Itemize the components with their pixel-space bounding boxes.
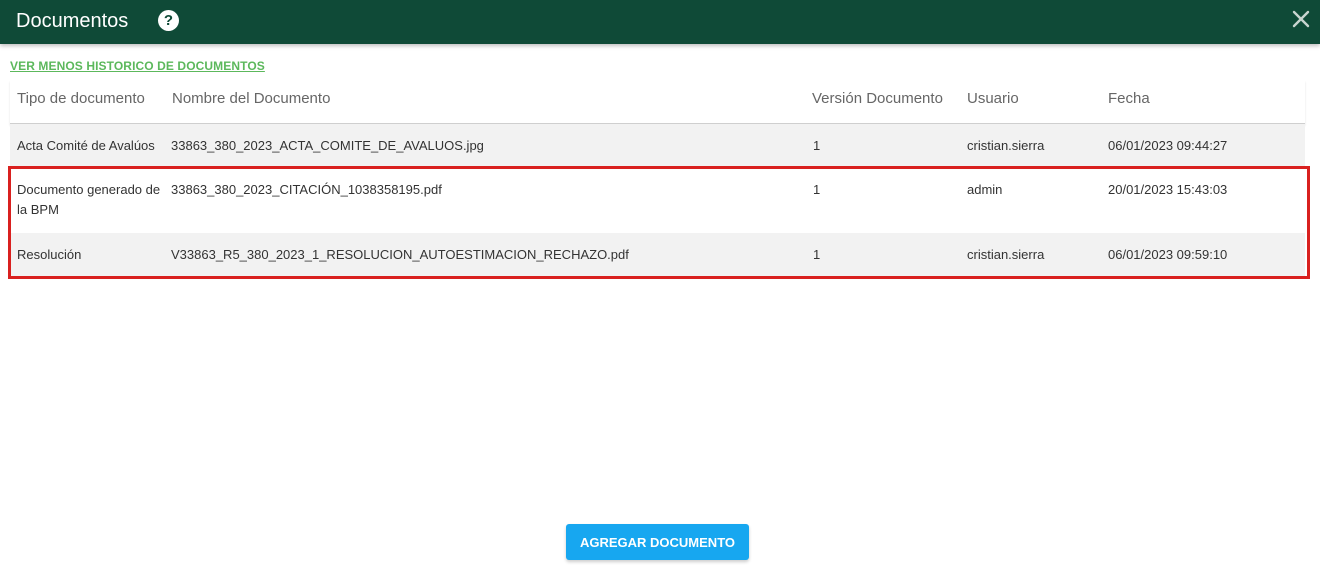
- help-icon[interactable]: ?: [158, 10, 179, 31]
- cell-nombre[interactable]: 33863_380_2023_ACTA_COMITE_DE_AVALUOS.jp…: [171, 136, 484, 156]
- column-header-version[interactable]: Versión Documento: [812, 90, 943, 107]
- documents-table: Tipo de documento Nombre del Documento V…: [10, 80, 1305, 277]
- cell-fecha: 06/01/2023 09:59:10: [1108, 247, 1228, 262]
- column-header-nombre[interactable]: Nombre del Documento: [172, 90, 330, 107]
- close-icon[interactable]: [1290, 8, 1312, 30]
- cell-nombre[interactable]: 33863_380_2023_CITACIÓN_1038358195.pdf: [171, 180, 442, 200]
- cell-nombre[interactable]: V33863_R5_380_2023_1_RESOLUCION_AUTOESTI…: [171, 245, 629, 265]
- column-header-usuario[interactable]: Usuario: [967, 90, 1019, 107]
- cell-version: 1: [813, 182, 821, 197]
- cell-version: 1: [813, 138, 821, 153]
- cell-fecha: 06/01/2023 09:44:27: [1108, 138, 1228, 153]
- cell-fecha: 20/01/2023 15:43:03: [1108, 182, 1228, 197]
- add-document-button[interactable]: AGREGAR DOCUMENTO: [566, 524, 749, 560]
- dialog-header: Documentos ?: [0, 0, 1320, 44]
- column-header-tipo[interactable]: Tipo de documento: [17, 90, 145, 107]
- table-row[interactable]: Acta Comité de Avalúos 33863_380_2023_AC…: [10, 124, 1305, 168]
- cell-usuario: admin: [967, 182, 1003, 197]
- cell-tipo: Acta Comité de Avalúos: [17, 138, 155, 153]
- cell-usuario: cristian.sierra: [967, 247, 1045, 262]
- table-row[interactable]: Resolución V33863_R5_380_2023_1_RESOLUCI…: [10, 233, 1305, 277]
- table-row[interactable]: Documento generado de la BPM 33863_380_2…: [10, 168, 1305, 233]
- documents-dialog: Documentos ? VER MENOS HISTORICO DE DOCU…: [0, 0, 1320, 575]
- cell-version: 1: [813, 247, 821, 262]
- table-header: Tipo de documento Nombre del Documento V…: [10, 80, 1305, 124]
- dialog-title: Documentos: [16, 10, 129, 32]
- column-header-fecha[interactable]: Fecha: [1108, 90, 1150, 107]
- cell-usuario: cristian.sierra: [967, 138, 1045, 153]
- cell-tipo: Resolución: [17, 247, 82, 262]
- toggle-history-link[interactable]: VER MENOS HISTORICO DE DOCUMENTOS: [10, 59, 265, 73]
- cell-tipo: Documento generado de la BPM: [17, 182, 161, 217]
